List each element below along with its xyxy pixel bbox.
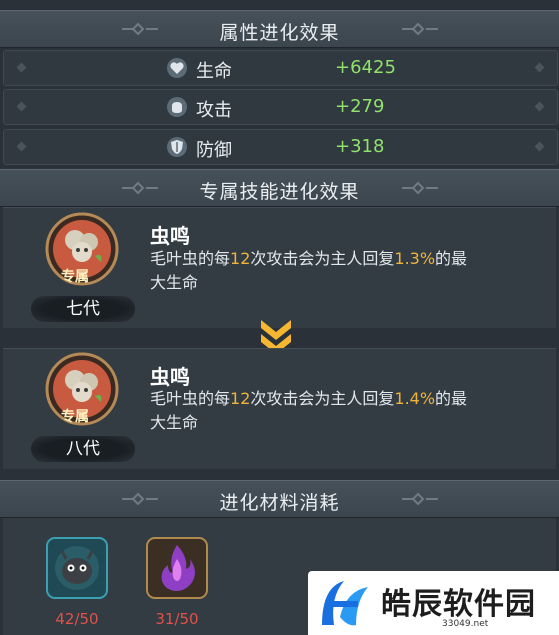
watermark-logo: 皓辰软件园 33049.net <box>308 571 559 635</box>
header-ornament-right-icon <box>402 181 438 195</box>
skill-name: 虫鸣 <box>150 224 190 248</box>
header-ornament-right-icon <box>402 492 438 506</box>
stat-label: 防御 <box>196 140 232 161</box>
purple-flame-crystal-icon[interactable] <box>146 537 208 599</box>
materials-section-header: 进化材料消耗 <box>0 480 559 518</box>
watermark-logo-icon <box>322 581 368 626</box>
watermark-text: 皓辰软件园 <box>381 587 536 622</box>
stat-row-defense: 防御 +318 <box>3 129 558 165</box>
stat-row-hp: 生命 +6425 <box>3 50 558 86</box>
generation-tag: 八代 <box>31 436 135 462</box>
watermark-url: 33049.net <box>442 619 489 629</box>
stat-value: +6425 <box>335 57 396 78</box>
skill-section-title: 专属技能进化效果 <box>199 181 360 203</box>
exclusive-badge: 专属 <box>61 269 89 285</box>
materials-section-title: 进化材料消耗 <box>219 492 340 514</box>
shield-icon <box>167 137 187 157</box>
attr-section-header: 属性进化效果 <box>0 10 559 48</box>
stat-label: 攻击 <box>196 100 232 121</box>
skill-description: 毛叶虫的每12次攻击会为主人回复1.4%的最 大生命 <box>150 389 468 432</box>
fist-icon <box>167 97 187 117</box>
beetle-pet-icon[interactable] <box>46 537 108 599</box>
material-count: 31/50 <box>155 610 199 628</box>
stat-value: +318 <box>335 136 385 157</box>
skill-description: 毛叶虫的每12次攻击会为主人回复1.3%的最 大生命 <box>150 249 468 292</box>
header-ornament-right-icon <box>402 22 438 36</box>
stat-label: 生命 <box>196 61 232 82</box>
generation-tag: 七代 <box>31 296 135 322</box>
heart-shield-icon <box>167 58 187 78</box>
skill-name: 虫鸣 <box>150 365 190 389</box>
exclusive-badge: 专属 <box>61 409 89 425</box>
attr-section-title: 属性进化效果 <box>219 22 340 44</box>
skill-section-header: 专属技能进化效果 <box>0 169 559 207</box>
stat-row-attack: 攻击 +279 <box>3 89 558 125</box>
material-count: 42/50 <box>55 610 99 628</box>
stat-value: +279 <box>335 96 385 117</box>
